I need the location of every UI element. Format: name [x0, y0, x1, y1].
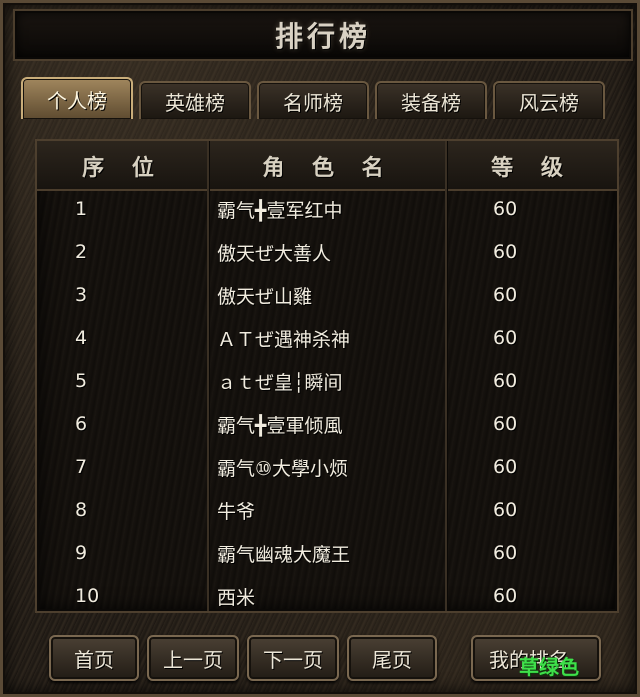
name-cell: 霸气╋壹軍倾風	[217, 414, 343, 437]
name-cell: 西米	[217, 586, 256, 609]
table-row[interactable]: 7 霸气⑩大學小烦 60	[37, 445, 617, 489]
tab-bar: 个人榜 英雄榜 名师榜 装备榜 风云榜	[21, 77, 621, 121]
header-level: 等 级	[491, 155, 573, 181]
level-cell: 60	[493, 327, 518, 349]
name-cell: 霸气╋壹军红中	[217, 199, 343, 222]
table-row[interactable]: 1 霸气╋壹军红中 60	[37, 187, 617, 231]
level-cell: 60	[493, 241, 518, 263]
table-row[interactable]: 8 牛爷 60	[37, 488, 617, 532]
level-cell: 60	[493, 370, 518, 392]
level-cell: 60	[493, 284, 518, 306]
table-header: 序 位 角 色 名 等 级	[37, 141, 617, 191]
header-rank: 序 位	[82, 155, 164, 181]
table-row[interactable]: 4 ＡＴぜ遇神杀神 60	[37, 316, 617, 360]
rank-cell: 1	[75, 198, 88, 220]
window-title: 排行榜	[274, 20, 371, 53]
watermark-text: 草绿色	[519, 655, 579, 679]
name-cell: ＡＴぜ遇神杀神	[217, 328, 351, 351]
name-cell: 霸气⑩大學小烦	[217, 457, 349, 480]
ranking-window: 排行榜 个人榜 英雄榜 名师榜 装备榜 风云榜 序 位 角 色 名 等 级 1 …	[0, 0, 640, 697]
rank-cell: 10	[75, 585, 100, 607]
rank-cell: 7	[75, 456, 88, 478]
level-cell: 60	[493, 198, 518, 220]
level-cell: 60	[493, 413, 518, 435]
table-row[interactable]: 3 傲天ぜ山雞 60	[37, 273, 617, 317]
rank-cell: 8	[75, 499, 88, 521]
name-cell: ａｔぜ皇┆瞬间	[217, 371, 343, 394]
name-cell: 傲天ぜ大善人	[217, 242, 332, 265]
ranking-table: 序 位 角 色 名 等 级 1 霸气╋壹军红中 60 2 傲天ぜ大善人 60 3…	[35, 139, 619, 613]
table-row[interactable]: 2 傲天ぜ大善人 60	[37, 230, 617, 274]
rank-cell: 5	[75, 370, 88, 392]
table-row[interactable]: 6 霸气╋壹軍倾風 60	[37, 402, 617, 446]
table-row[interactable]: 9 霸气幽魂大魔王 60	[37, 531, 617, 575]
rank-cell: 9	[75, 542, 88, 564]
name-cell: 霸气幽魂大魔王	[217, 543, 351, 566]
first-page-button[interactable]: 首页	[49, 635, 139, 681]
header-name: 角 色 名	[262, 155, 394, 181]
title-bar: 排行榜	[13, 9, 633, 61]
name-cell: 牛爷	[217, 500, 256, 523]
tab-personal[interactable]: 个人榜	[21, 77, 133, 119]
rank-cell: 2	[75, 241, 88, 263]
next-page-button[interactable]: 下一页	[247, 635, 339, 681]
tab-master[interactable]: 名师榜	[257, 81, 369, 119]
level-cell: 60	[493, 585, 518, 607]
level-cell: 60	[493, 542, 518, 564]
table-row[interactable]: 5 ａｔぜ皇┆瞬间 60	[37, 359, 617, 403]
tab-equipment[interactable]: 装备榜	[375, 81, 487, 119]
tab-hero[interactable]: 英雄榜	[139, 81, 251, 119]
level-cell: 60	[493, 456, 518, 478]
name-cell: 傲天ぜ山雞	[217, 285, 313, 308]
rank-cell: 4	[75, 327, 88, 349]
prev-page-button[interactable]: 上一页	[147, 635, 239, 681]
rank-cell: 3	[75, 284, 88, 306]
level-cell: 60	[493, 499, 518, 521]
last-page-button[interactable]: 尾页	[347, 635, 437, 681]
rank-cell: 6	[75, 413, 88, 435]
table-row[interactable]: 10 西米 60	[37, 574, 617, 618]
tab-fengyun[interactable]: 风云榜	[493, 81, 605, 119]
